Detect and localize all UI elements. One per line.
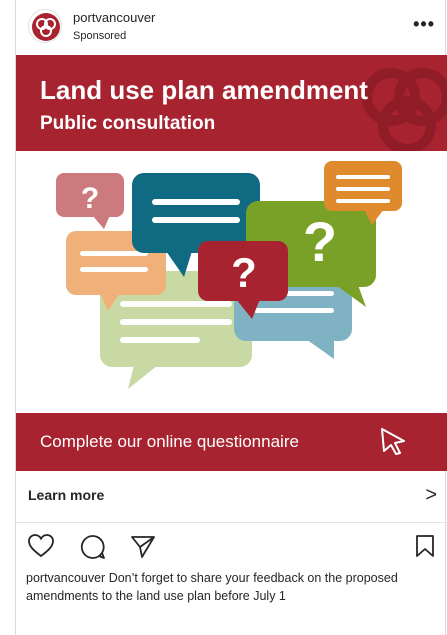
ad-image[interactable]: Land use plan amendment Public consultat… (16, 55, 447, 471)
caption-username[interactable]: portvancouver (26, 571, 105, 585)
comment-icon[interactable] (80, 534, 106, 560)
port-logo-icon (32, 13, 60, 41)
pink-bubble-icon: ? (56, 173, 124, 229)
learn-more-row[interactable]: Learn more > (16, 471, 447, 523)
chevron-right-icon: > (425, 484, 437, 506)
sponsored-label: Sponsored (73, 30, 127, 42)
post-caption: portvancouver Don’t forget to share your… (26, 569, 442, 605)
speech-bubbles-illustration: ? ? ? (56, 161, 402, 389)
account-handle[interactable]: portvancouver (73, 10, 155, 25)
question-mark-3: ? (231, 249, 257, 296)
question-mark-1: ? (81, 182, 99, 215)
learn-more-label: Learn more (28, 487, 105, 503)
ad-subtitle: Public consultation (40, 113, 216, 134)
bookmark-icon[interactable] (415, 534, 435, 558)
avatar[interactable] (28, 9, 62, 43)
post-header: portvancouver Sponsored ••• (16, 0, 447, 55)
cta-banner[interactable]: Complete our online questionnaire (16, 413, 447, 471)
heart-icon[interactable] (28, 534, 54, 558)
ad-banner: Land use plan amendment Public consultat… (16, 55, 447, 151)
cursor-arrow-icon (381, 428, 405, 455)
sponsored-post: portvancouver Sponsored ••• Land use pla… (15, 0, 447, 635)
action-bar (16, 524, 447, 568)
ad-title: Land use plan amendment (40, 75, 368, 105)
cta-label: Complete our online questionnaire (40, 432, 299, 451)
more-options-button[interactable]: ••• (413, 14, 435, 35)
question-mark-2: ? (303, 210, 337, 273)
share-icon[interactable] (130, 534, 156, 560)
